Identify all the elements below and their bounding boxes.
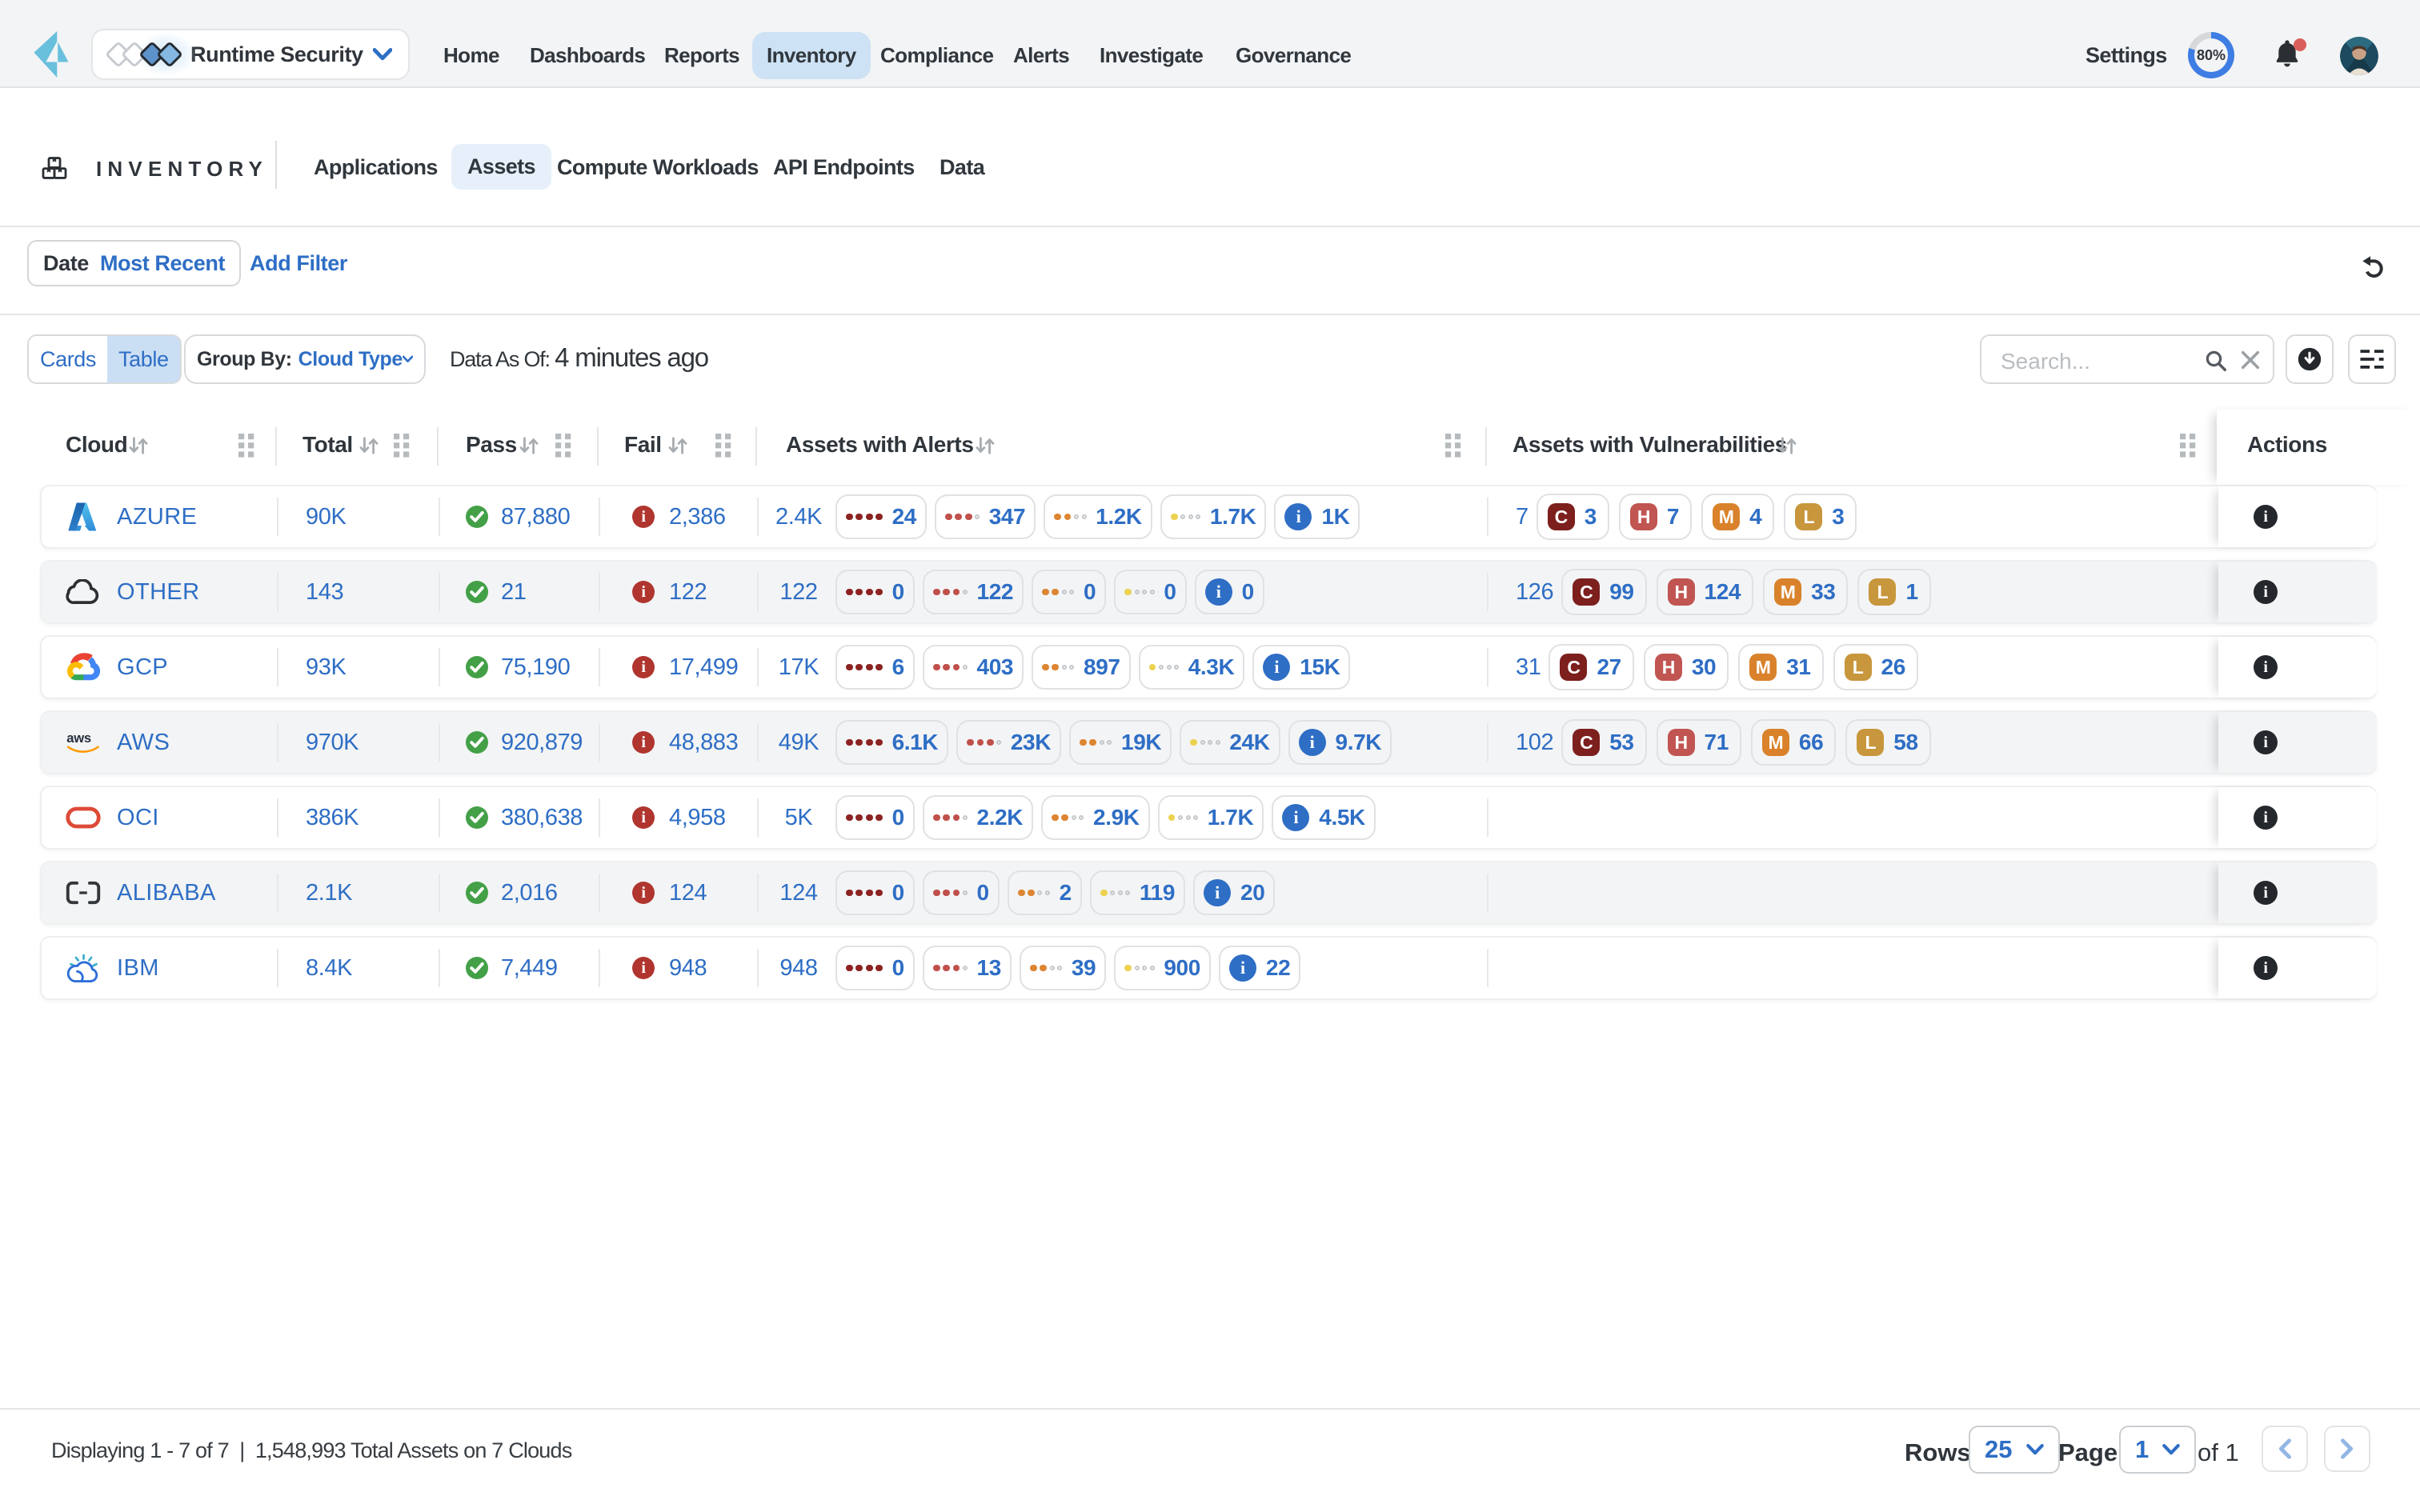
svg-text:aws: aws bbox=[66, 730, 91, 746]
